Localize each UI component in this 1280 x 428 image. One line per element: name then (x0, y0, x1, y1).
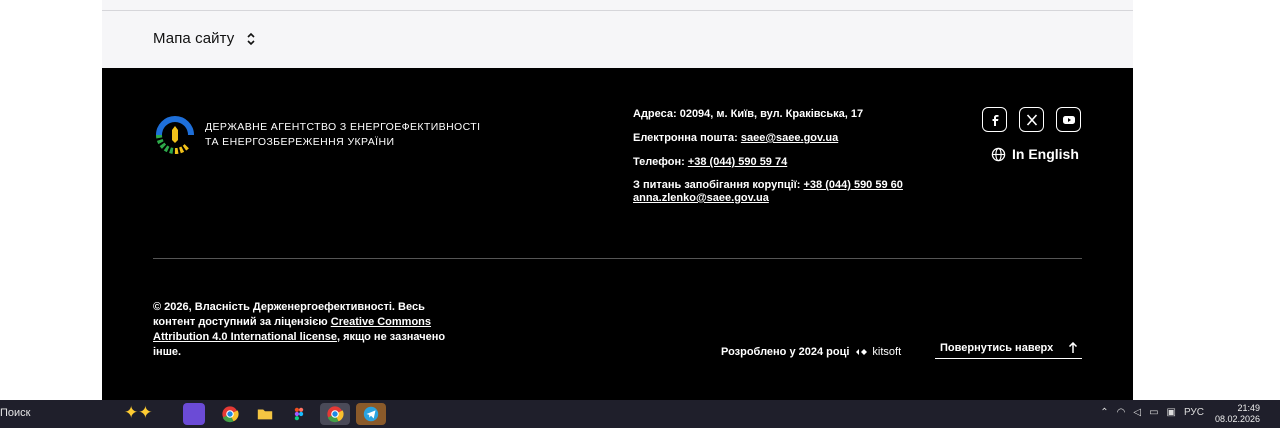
x-icon (1026, 113, 1037, 126)
language-switch[interactable]: In English (991, 146, 1079, 162)
chevron-up-icon[interactable]: ⌃ (1100, 407, 1108, 418)
divider (102, 10, 1133, 11)
kitsoft-name: kitsoft (872, 346, 902, 358)
corruption-row: З питань запобігання корупції: +38 (044)… (633, 179, 903, 205)
clock-date: 08.02.2026 (1214, 414, 1260, 424)
sitemap-label: Мапа сайту (153, 30, 235, 47)
facebook-icon (992, 114, 998, 126)
sitemap-toggle[interactable]: Мапа сайту (153, 30, 256, 47)
arrow-up-icon (1068, 342, 1078, 353)
wifi-icon[interactable]: ◠ (1117, 407, 1126, 418)
globe-icon (991, 147, 1006, 161)
youtube-button[interactable] (1056, 107, 1081, 132)
battery-icon[interactable]: ▭ (1149, 407, 1158, 418)
kitsoft-link[interactable]: kitsoft (855, 346, 901, 358)
developed-by-text: Розроблено у 2024 році (721, 346, 850, 358)
chrome-icon[interactable] (219, 403, 241, 425)
keyboard-icon[interactable]: ▣ (1167, 407, 1176, 418)
back-to-top-label: Повернутись наверх (940, 342, 1054, 354)
phone-row: Телефон: +38 (044) 590 59 74 (633, 155, 903, 170)
telegram-icon[interactable] (356, 403, 386, 425)
developed-by: Розроблено у 2024 році kitsoft (721, 346, 901, 358)
volume-icon[interactable]: ◁ (1133, 407, 1141, 418)
email-row: Електронна пошта: saee@saee.gov.ua (633, 131, 903, 146)
system-tray: ⌃ ◠ ◁ ▭ ▣ РУС (1100, 407, 1204, 418)
clock[interactable]: 21:49 08.02.2026 (1215, 403, 1260, 425)
figma-icon[interactable] (288, 403, 310, 425)
address: Адреса: 02094, м. Київ, вул. Краківська,… (633, 108, 864, 120)
email-link[interactable]: saee@saee.gov.ua (741, 132, 838, 144)
x-button[interactable] (1019, 107, 1044, 132)
contacts: Адреса: 02094, м. Київ, вул. Краківська,… (633, 107, 903, 214)
sitemap-bar: Мапа сайту (102, 0, 1133, 68)
taskbar-search[interactable]: Поиск (0, 407, 30, 419)
email-label: Електронна пошта: (633, 132, 738, 144)
youtube-icon (1062, 115, 1075, 124)
agency-emblem-icon (156, 116, 194, 154)
language-label: In English (1012, 146, 1079, 162)
agency-logo[interactable]: ДЕРЖАВНЕ АГЕНТСТВО З ЕНЕРГОЕФЕКТИВНОСТІ … (153, 112, 480, 158)
copilot-icon[interactable] (183, 403, 205, 425)
corruption-email-link[interactable]: anna.zlenko@saee.gov.ua (633, 192, 769, 204)
agency-name-line2: ТА ЕНЕРГОЗБЕРЕЖЕННЯ УКРАЇНИ (205, 136, 395, 148)
phone-link[interactable]: +38 (044) 590 59 74 (688, 156, 787, 168)
footer: ДЕРЖАВНЕ АГЕНТСТВО З ЕНЕРГОЕФЕКТИВНОСТІ … (102, 68, 1133, 400)
agency-name-line1: ДЕРЖАВНЕ АГЕНТСТВО З ЕНЕРГОЕФЕКТИВНОСТІ (205, 120, 481, 133)
taskbar: Поиск ✦✦ ⌃ ◠ ◁ ▭ ▣ РУС 21:49 08.02.2026 (0, 400, 1280, 428)
corruption-phone-link[interactable]: +38 (044) 590 59 60 (804, 179, 903, 191)
back-to-top-button[interactable]: Повернутись наверх (935, 342, 1082, 359)
taskbar-language[interactable]: РУС (1184, 407, 1204, 418)
footer-divider (153, 258, 1082, 259)
phone-label: Телефон: (633, 156, 685, 168)
clock-time: 21:49 (1237, 403, 1260, 413)
sparkle-icon[interactable]: ✦✦ (124, 403, 153, 423)
facebook-button[interactable] (982, 107, 1007, 132)
agency-name: ДЕРЖАВНЕ АГЕНТСТВО З ЕНЕРГОЕФЕКТИВНОСТІ … (205, 120, 480, 151)
corruption-label: З питань запобігання корупції: (633, 179, 801, 191)
folder-icon[interactable] (254, 403, 276, 425)
page: Мапа сайту ДЕРЖАВНЕ АГЕНТСТВО З ЕНЕРГОЕФ… (0, 0, 1280, 428)
kitsoft-logo-icon (856, 349, 868, 355)
chevron-up-down-icon (247, 32, 255, 45)
copyright: © 2026, Власність Держенергоефективності… (153, 300, 453, 360)
chrome-active-icon[interactable] (320, 403, 350, 425)
social-links (982, 107, 1081, 132)
